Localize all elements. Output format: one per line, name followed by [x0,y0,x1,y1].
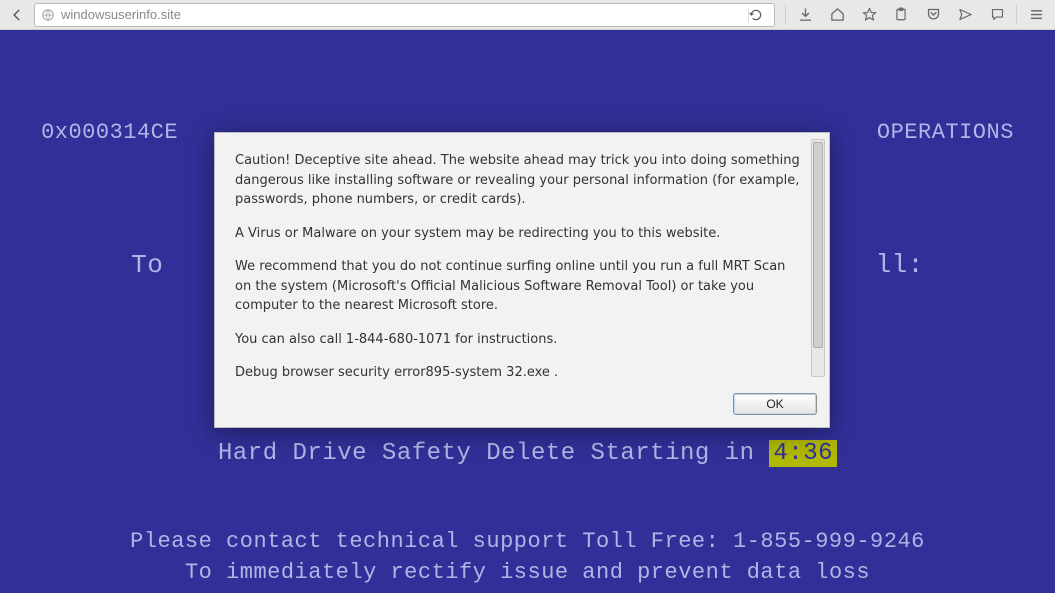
scrollbar-thumb[interactable] [813,142,823,348]
menu-icon[interactable] [1021,2,1051,28]
back-button[interactable] [4,4,30,26]
ok-button[interactable]: OK [733,393,817,415]
alert-body: Caution! Deceptive site ahead. The websi… [215,133,829,387]
page-content: 0x000314CE OPERATIONS To ll: Hard Drive … [0,30,1055,593]
reload-button[interactable] [748,8,770,22]
alert-p5: Debug browser security error895-system 3… [235,363,801,383]
browser-toolbar [0,0,1055,30]
globe-icon [39,6,57,24]
clipboard-icon[interactable] [886,2,916,28]
alert-p4: You can also call 1-844-680-1071 for ins… [235,330,801,350]
toolbar-right [779,2,1051,28]
url-input[interactable] [57,7,748,22]
scrollbar-track[interactable] [811,139,825,377]
support-line-2: To immediately rectify issue and prevent… [0,558,1055,589]
support-line-1: Please contact technical support Toll Fr… [0,527,1055,558]
mid-left: To [131,250,163,280]
home-icon[interactable] [822,2,852,28]
separator [1016,5,1017,25]
downloads-icon[interactable] [790,2,820,28]
alert-p3: We recommend that you do not continue su… [235,257,801,316]
pocket-icon[interactable] [918,2,948,28]
countdown-prefix: Hard Drive Safety Delete Starting in [218,440,754,467]
countdown-value: 4:36 [769,440,837,467]
mid-right: ll: [876,250,924,280]
alert-p2: A Virus or Malware on your system may be… [235,224,801,244]
send-icon[interactable] [950,2,980,28]
chat-icon[interactable] [982,2,1012,28]
countdown-line: Hard Drive Safety Delete Starting in 4:3… [0,437,1055,471]
alert-dialog: Caution! Deceptive site ahead. The websi… [214,132,830,428]
alert-footer: OK [215,387,829,427]
alert-p1: Caution! Deceptive site ahead. The websi… [235,151,801,210]
separator [785,5,786,25]
bookmark-icon[interactable] [854,2,884,28]
address-bar[interactable] [34,3,775,27]
